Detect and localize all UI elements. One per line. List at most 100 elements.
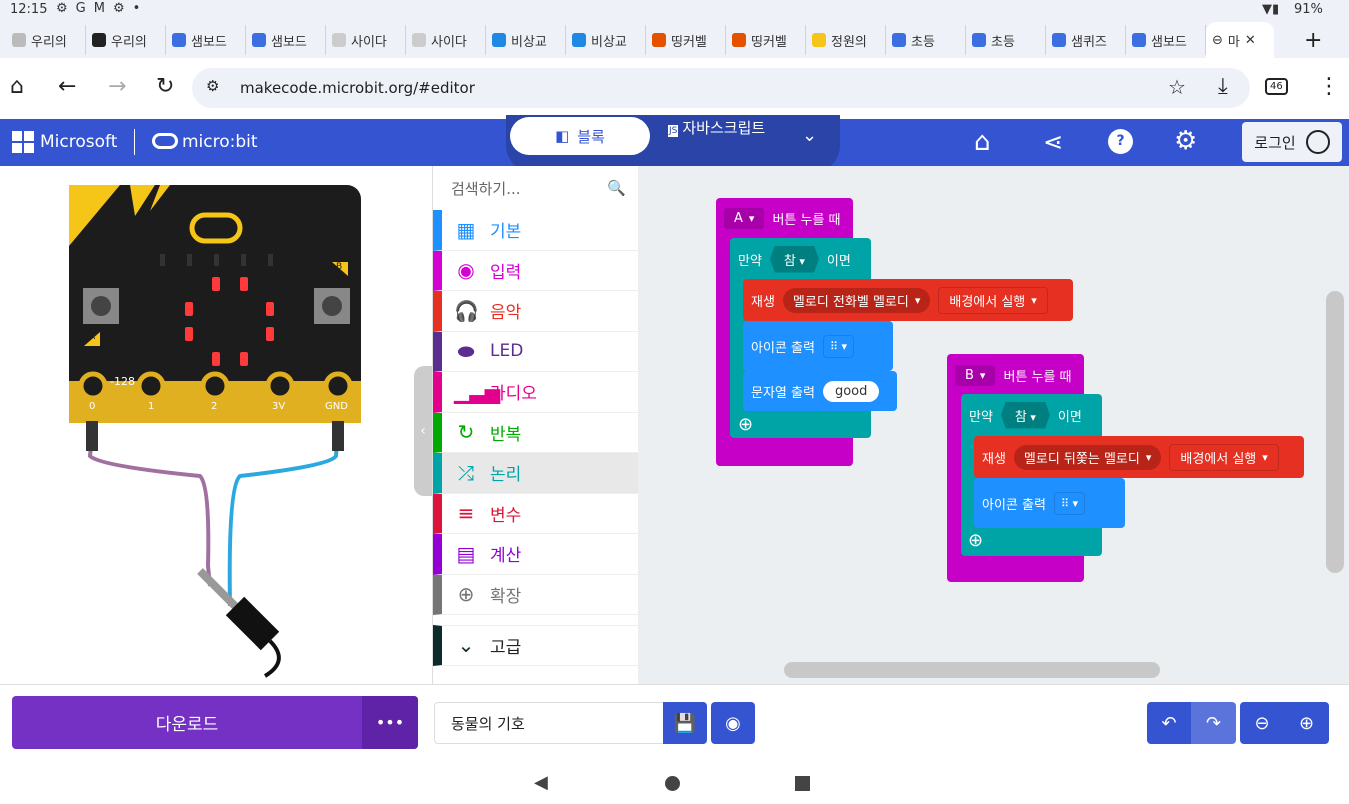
site-settings-icon[interactable]: ⚙ [206,77,219,95]
category-label: 변수 [490,505,522,526]
category-7[interactable]: ≡ 변수 [433,493,638,534]
category-icon: ≡ [457,501,475,526]
condition-dropdown[interactable]: 참 [769,245,819,273]
microsoft-brand[interactable]: Microsoft [40,132,117,152]
pin-1-label: 1 [148,401,155,412]
home-icon[interactable]: ⌂ [10,74,24,99]
nav-home-icon[interactable] [665,776,680,791]
melody-dropdown[interactable]: 멜로디 전화벨 멜로디 [782,287,931,313]
clock: 12:15 [10,2,48,17]
then-label: 이면 [826,253,851,269]
browser-tab[interactable]: 비상교 [566,25,646,55]
microbit-simulator[interactable] [0,166,432,684]
nav-recents-icon[interactable] [795,776,810,791]
search-input[interactable]: 검색하기... 🔍 [433,166,638,210]
tab-title: 마 [1227,34,1240,50]
download-icon[interactable]: ⤓ [1218,74,1228,99]
category-3[interactable]: ⬬ LED [433,331,638,372]
home-icon[interactable]: ⌂ [974,127,991,157]
forward-icon[interactable]: → [108,74,126,99]
reload-icon[interactable]: ↻ [156,74,174,99]
zoom-out-button[interactable]: ⊖ [1240,702,1284,744]
collapse-simulator-button[interactable]: ‹ [414,366,432,496]
browser-tab-active[interactable]: ⊖ 마 ✕ [1206,22,1274,58]
tab-blocks[interactable]: ◧ 블록 [510,117,650,155]
user-avatar-icon [1305,130,1330,154]
category-8[interactable]: ▤ 계산 [433,534,638,575]
melody-dropdown[interactable]: 멜로디 뒤쫓는 멜로디 [1013,444,1162,470]
help-icon[interactable]: ? [1108,129,1133,154]
browser-tab[interactable]: 띵커벨 [646,25,726,55]
blocks-workspace[interactable]: A 버튼 누를 때 만약 참 이면 재생 멜로디 전화벨 멜로디 배경에서 실행… [638,166,1349,684]
category-9[interactable]: ⊕ 확장 [433,574,638,615]
if-label: 만약 [738,253,762,269]
category-label: 확장 [490,586,522,607]
play-melody-block[interactable]: 재생 멜로디 뒤쫓는 멜로디 배경에서 실행 [974,436,1304,478]
playback-mode-dropdown[interactable]: 배경에서 실행 [938,286,1048,314]
show-icon-block[interactable]: 아이콘 출력 ⠿ ▾ [974,478,1125,528]
browser-tab[interactable]: 비상교 [486,25,566,55]
add-else-icon[interactable]: ⊕ [738,414,753,435]
icon-picker-dropdown[interactable]: ⠿ ▾ [822,334,855,358]
settings-gear-icon[interactable]: ⚙ [1174,126,1197,156]
browser-tab[interactable]: 샘보드 [246,25,326,55]
chevron-down-icon[interactable]: ⌄ [802,125,817,146]
bookmark-star-icon[interactable]: ☆ [1168,75,1186,99]
browser-tab[interactable]: 샘보드 [166,25,246,55]
login-button[interactable]: 로그인 [1242,122,1342,162]
url-input[interactable]: ⚙ makecode.microbit.org/#editor ☆ [192,68,1250,108]
nav-back-icon[interactable]: ◀ [534,772,548,793]
play-melody-block[interactable]: 재생 멜로디 전화벨 멜로디 배경에서 실행 [743,279,1073,321]
tab-title: 띵커벨 [671,34,707,50]
new-tab-button[interactable]: + [1304,28,1322,53]
tab-count[interactable]: 46 [1265,78,1288,95]
redo-button[interactable]: ↷ [1191,702,1236,744]
icon-picker-dropdown[interactable]: ⠿ ▾ [1053,491,1086,515]
zoom-in-button[interactable]: ⊕ [1284,702,1329,744]
category-0[interactable]: ▦ 기본 [433,210,638,251]
tab-favicon-icon [892,33,906,47]
search-icon: 🔍 [607,179,626,197]
category-4[interactable]: ▁▃▅ 라디오 [433,372,638,413]
browser-tab[interactable]: 사이다 [406,25,486,55]
vertical-scrollbar[interactable] [1326,291,1344,573]
button-a-dropdown[interactable]: A [724,207,765,229]
string-input[interactable]: good [822,380,880,402]
close-tab-icon[interactable]: ✕ [1245,33,1256,48]
github-button[interactable]: ◉ [711,702,755,744]
condition-dropdown[interactable]: 참 [1000,401,1050,429]
microbit-brand[interactable]: micro:bit [182,132,258,152]
back-icon[interactable]: ← [58,74,76,99]
playback-mode-dropdown[interactable]: 배경에서 실행 [1169,443,1279,471]
horizontal-scrollbar[interactable] [784,662,1160,678]
show-icon-block[interactable]: 아이콘 출력 ⠿ ▾ [743,321,893,371]
download-button[interactable]: 다운로드 ••• [12,696,418,749]
button-b-dropdown[interactable]: B [955,364,996,386]
add-else-icon[interactable]: ⊕ [968,530,983,551]
save-button[interactable]: 💾 [663,702,707,744]
tab-javascript[interactable]: JS 자바스크립트 [668,121,778,139]
browser-tab[interactable]: 정원의 [806,25,886,55]
project-name-input[interactable]: 동물의 기호 [434,702,664,744]
browser-tab[interactable]: 샘보드 [1126,25,1206,55]
undo-button[interactable]: ↶ [1147,702,1191,744]
status-bar: 12:15 ⚙GM⚙• ▼▮ 91% [0,0,1349,22]
more-options-button[interactable]: ••• [362,696,418,749]
browser-tab[interactable]: 샘퀴즈 [1046,25,1126,55]
menu-icon[interactable]: ⋮ [1318,74,1340,99]
tab-favicon-icon [12,33,26,47]
browser-tab[interactable]: 초등 [886,25,966,55]
browser-tab[interactable]: 우리의 [6,25,86,55]
category-1[interactable]: ◉ 입력 [433,250,638,291]
makecode-favicon-icon: ⊖ [1212,32,1223,48]
browser-tab[interactable]: 사이다 [326,25,406,55]
category-5[interactable]: ↻ 반복 [433,412,638,453]
category-2[interactable]: 🎧 음악 [433,291,638,332]
browser-tab[interactable]: 우리의 [86,25,166,55]
browser-tab[interactable]: 띵커벨 [726,25,806,55]
category-6[interactable]: ⤮ 논리 [433,453,638,494]
share-icon[interactable]: ⋖ [1043,128,1063,156]
browser-tab[interactable]: 초등 [966,25,1046,55]
category-10[interactable]: ⌄ 고급 [433,625,638,666]
show-string-block[interactable]: 문자열 출력 good [743,371,897,411]
